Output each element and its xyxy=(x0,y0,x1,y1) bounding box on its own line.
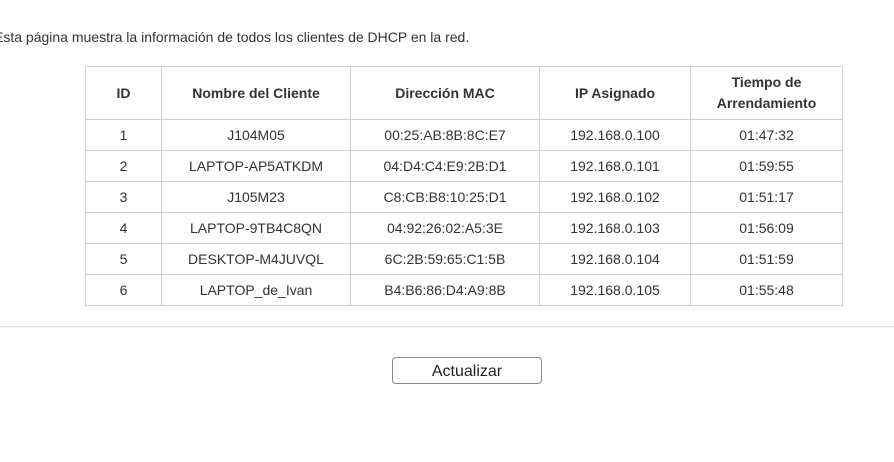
cell-assigned-ip: 192.168.0.100 xyxy=(539,119,691,151)
cell-client-name: LAPTOP-AP5ATKDM xyxy=(161,150,351,182)
cell-mac-address: 04:D4:C4:E9:2B:D1 xyxy=(350,150,540,182)
cell-lease-time: 01:51:59 xyxy=(690,243,843,275)
cell-id: 3 xyxy=(85,181,162,213)
cell-mac-address: 00:25:AB:8B:8C:E7 xyxy=(350,119,540,151)
table-row: 4 LAPTOP-9TB4C8QN 04:92:26:02:A5:3E 192.… xyxy=(85,212,843,244)
cell-mac-address: B4:B6:86:D4:A9:8B xyxy=(350,274,540,306)
table-row: 2 LAPTOP-AP5ATKDM 04:D4:C4:E9:2B:D1 192.… xyxy=(85,150,843,182)
cell-assigned-ip: 192.168.0.104 xyxy=(539,243,691,275)
column-header-lease-time: Tiempo de Arrendamiento xyxy=(690,66,843,120)
cell-client-name: J105M23 xyxy=(161,181,351,213)
cell-assigned-ip: 192.168.0.103 xyxy=(539,212,691,244)
table-row: 6 LAPTOP_de_Ivan B4:B6:86:D4:A9:8B 192.1… xyxy=(85,274,843,306)
table-row: 5 DESKTOP-M4JUVQL 6C:2B:59:65:C1:5B 192.… xyxy=(85,243,843,275)
cell-id: 1 xyxy=(85,119,162,151)
cell-lease-time: 01:59:55 xyxy=(690,150,843,182)
cell-id: 5 xyxy=(85,243,162,275)
column-header-client-name: Nombre del Cliente xyxy=(161,66,351,120)
cell-lease-time: 01:56:09 xyxy=(690,212,843,244)
cell-mac-address: 04:92:26:02:A5:3E xyxy=(350,212,540,244)
page-description: Esta página muestra la información de to… xyxy=(0,29,470,45)
section-divider xyxy=(0,326,894,327)
cell-lease-time: 01:47:32 xyxy=(690,119,843,151)
cell-assigned-ip: 192.168.0.105 xyxy=(539,274,691,306)
table-row: 3 J105M23 C8:CB:B8:10:25:D1 192.168.0.10… xyxy=(85,181,843,213)
column-header-mac-address: Dirección MAC xyxy=(350,66,540,120)
table-header-row: ID Nombre del Cliente Dirección MAC IP A… xyxy=(85,66,843,120)
cell-client-name: DESKTOP-M4JUVQL xyxy=(161,243,351,275)
cell-assigned-ip: 192.168.0.102 xyxy=(539,181,691,213)
column-header-assigned-ip: IP Asignado xyxy=(539,66,691,120)
cell-id: 2 xyxy=(85,150,162,182)
cell-assigned-ip: 192.168.0.101 xyxy=(539,150,691,182)
lease-header-line1: Tiempo de xyxy=(731,74,802,90)
cell-client-name: LAPTOP-9TB4C8QN xyxy=(161,212,351,244)
cell-mac-address: C8:CB:B8:10:25:D1 xyxy=(350,181,540,213)
refresh-button[interactable]: Actualizar xyxy=(392,357,542,384)
table-row: 1 J104M05 00:25:AB:8B:8C:E7 192.168.0.10… xyxy=(85,119,843,151)
dhcp-clients-page: Esta página muestra la información de to… xyxy=(0,0,894,462)
dhcp-clients-table: ID Nombre del Cliente Dirección MAC IP A… xyxy=(85,66,843,306)
cell-lease-time: 01:55:48 xyxy=(690,274,843,306)
cell-client-name: J104M05 xyxy=(161,119,351,151)
cell-lease-time: 01:51:17 xyxy=(690,181,843,213)
lease-header-line2: Arrendamiento xyxy=(716,95,817,111)
cell-client-name: LAPTOP_de_Ivan xyxy=(161,274,351,306)
column-header-id: ID xyxy=(85,66,162,120)
cell-id: 6 xyxy=(85,274,162,306)
cell-id: 4 xyxy=(85,212,162,244)
cell-mac-address: 6C:2B:59:65:C1:5B xyxy=(350,243,540,275)
